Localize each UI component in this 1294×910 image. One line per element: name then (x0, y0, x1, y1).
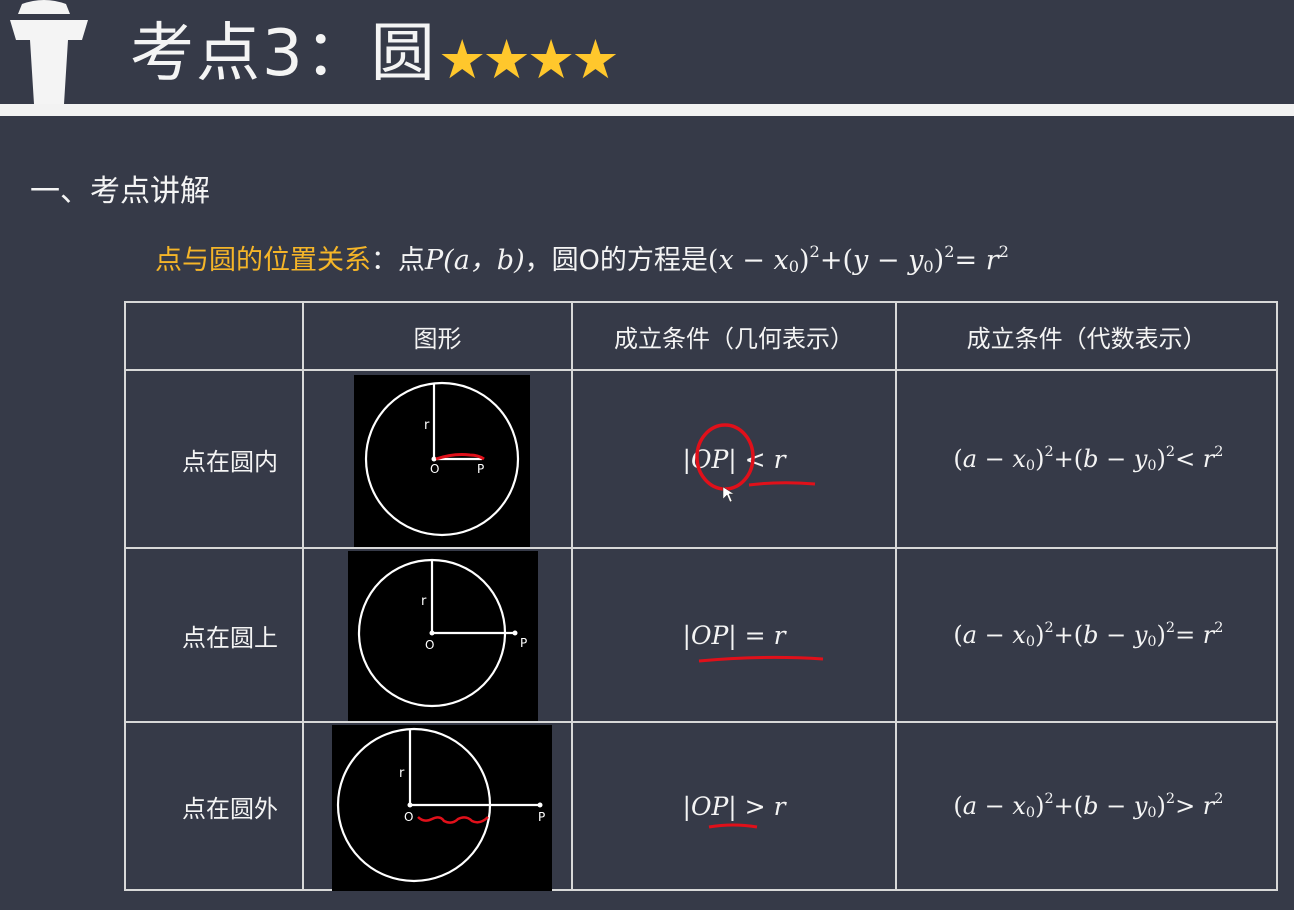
table-row: 点在圆内 r O P |OP| < r (a − x0)2+(b − y0)2<… (123, 369, 1278, 549)
radius-label: r (421, 594, 427, 609)
geometric-condition-outside: |OP| > r (570, 721, 898, 891)
geometric-condition-on: |OP| = r (570, 547, 898, 723)
algebraic-condition-on: (a − x0)2+(b − y0)2= r2 (895, 547, 1278, 723)
point-label: P (538, 810, 545, 824)
header-cell-geometric: 成立条件（几何表示） (570, 301, 898, 371)
header-cell-algebraic: 成立条件（代数表示） (895, 301, 1278, 371)
diagram-point-on: r O P (348, 551, 539, 721)
row-label-on: 点在圆上 (123, 547, 305, 723)
header-divider (0, 104, 1294, 116)
intro-point: P(a，b) (425, 245, 525, 277)
position-relation-table: 图形 成立条件（几何表示） 成立条件（代数表示） 点在圆内 r O P |OP|… (123, 301, 1278, 891)
header-cell-empty (123, 301, 305, 371)
center-label: O (430, 462, 439, 476)
figure-on: r O P (302, 547, 573, 723)
circle-equation: (x − x0)2+(y − y0)2= r2 (707, 242, 1009, 277)
table-row: 点在圆外 r O P |OP| > r (a − x0)2+(b − y0)2>… (123, 721, 1278, 891)
intro-text: ，圆O的方程是 (524, 245, 708, 277)
intro-line: 点与圆的位置关系：点P(a，b)，圆O的方程是(x − x0)2+(y − y0… (155, 230, 1009, 289)
intro-highlight: 点与圆的位置关系 (155, 245, 371, 277)
center-label: O (425, 638, 434, 652)
row-label-outside: 点在圆外 (123, 721, 305, 891)
point-label: P (520, 636, 527, 650)
lamp-logo-icon (10, 0, 88, 104)
figure-inside: r O P (302, 369, 573, 549)
table-row: 点在圆上 r O P |OP| = r (a − x0)2+(b − y0)2=… (123, 547, 1278, 723)
intro-colon: ：点 (371, 245, 425, 277)
header-cell-figure: 图形 (302, 301, 573, 371)
page-title: 考点3：圆 (130, 17, 437, 91)
diagram-point-inside: r O P (354, 375, 531, 547)
center-label: O (404, 810, 413, 824)
radius-label: r (399, 766, 405, 781)
difficulty-stars: ★★★★ (438, 28, 620, 91)
algebraic-condition-outside: (a − x0)2+(b − y0)2> r2 (895, 721, 1278, 891)
table-header-row: 图形 成立条件（几何表示） 成立条件（代数表示） (123, 301, 1278, 371)
figure-outside: r O P (302, 721, 573, 891)
diagram-point-outside: r O P (332, 725, 553, 891)
geometric-condition-inside: |OP| < r (570, 369, 898, 549)
point-label: P (477, 462, 484, 476)
section-heading: 一、考点讲解 (30, 174, 210, 209)
algebraic-condition-inside: (a − x0)2+(b − y0)2< r2 (895, 369, 1278, 549)
row-label-inside: 点在圆内 (123, 369, 305, 549)
radius-label: r (424, 418, 430, 433)
